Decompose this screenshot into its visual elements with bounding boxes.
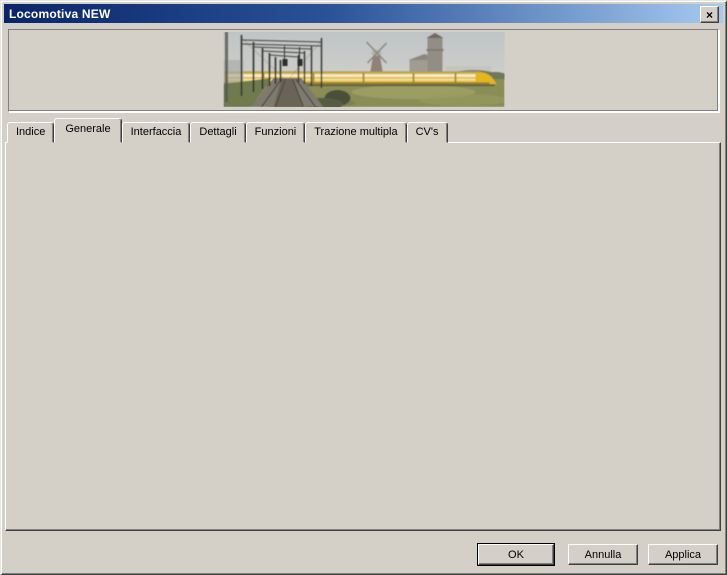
tab-funzioni[interactable]: Funzioni <box>246 122 306 143</box>
title-bar[interactable]: Locomotiva NEW × <box>4 4 723 23</box>
window-title: Locomotiva NEW <box>4 7 110 21</box>
tab-strip: Indice Generale Interfaccia Dettagli Fun… <box>7 120 448 143</box>
close-button[interactable]: × <box>700 6 719 23</box>
tab-generale[interactable]: Generale <box>54 118 121 143</box>
tab-page-generale <box>5 142 721 531</box>
railway-photo <box>223 32 504 107</box>
tab-trazione-multipla[interactable]: Trazione multipla <box>305 122 406 143</box>
close-icon: × <box>706 9 713 21</box>
tab-dettagli[interactable]: Dettagli <box>190 122 245 143</box>
tab-cvs[interactable]: CV's <box>407 122 448 143</box>
tab-interfaccia[interactable]: Interfaccia <box>122 122 191 143</box>
banner-panel <box>8 29 719 112</box>
annulla-button[interactable]: Annulla <box>568 544 638 565</box>
tab-indice[interactable]: Indice <box>7 122 54 143</box>
ok-button[interactable]: OK <box>478 544 554 565</box>
locomotive-dialog: Locomotiva NEW × <box>0 0 727 575</box>
applica-button[interactable]: Applica <box>648 544 718 565</box>
